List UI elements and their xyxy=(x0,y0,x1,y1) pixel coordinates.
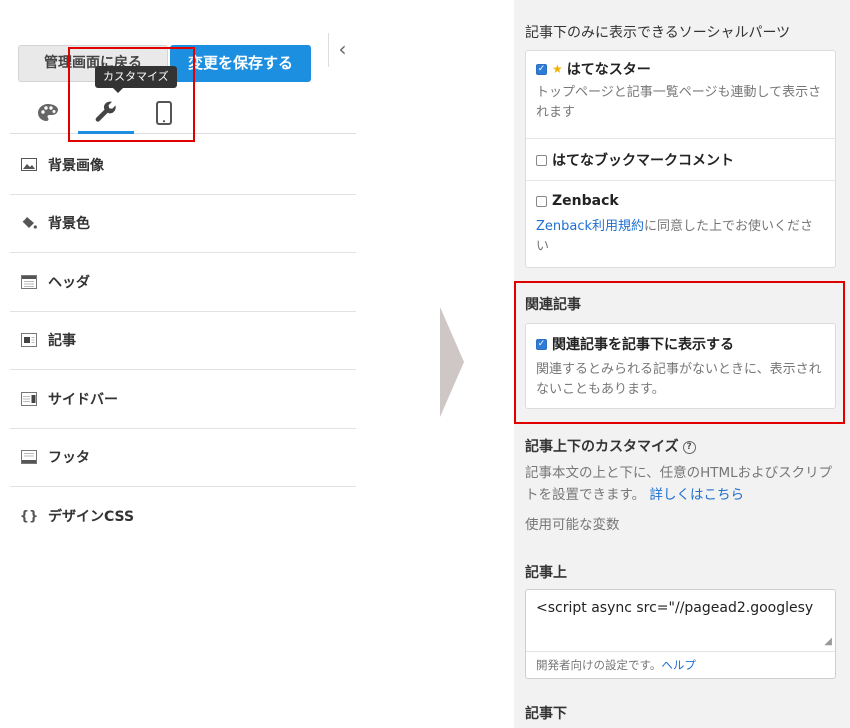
option-hatena-star: ✓ ★ はてなスター トップページと記事一覧ページも連動して表示されます xyxy=(526,51,835,139)
menu-item-label: 背景色 xyxy=(48,216,90,233)
hatena-star-checkbox[interactable]: ✓ xyxy=(536,63,547,75)
zenback-terms-link[interactable]: Zenback利用規約 xyxy=(536,219,644,234)
bookmark-comment-checkbox[interactable] xyxy=(536,154,547,166)
article-top-code-box: <script async src="//pagead2.googlesy ◢ … xyxy=(525,589,836,679)
customize-tooltip: カスタマイズ xyxy=(95,66,177,93)
details-link[interactable]: 詳しくはこちら xyxy=(649,487,744,503)
related-articles-label: 関連記事を記事下に表示する xyxy=(552,337,734,353)
resize-grip-icon[interactable]: ◢ xyxy=(824,636,832,647)
header-layout-icon xyxy=(20,274,38,289)
transition-arrow xyxy=(440,307,464,417)
related-articles-desc: 関連するとみられる記事がないときに、表示されないこともあります。 xyxy=(536,362,822,397)
option-related-articles: ✓ 関連記事を記事下に表示する 関連するとみられる記事がないときに、表示されない… xyxy=(526,324,835,408)
tab-customize[interactable] xyxy=(78,92,134,134)
menu-item-background-image[interactable]: 背景画像 xyxy=(10,136,356,195)
smartphone-icon xyxy=(156,101,172,125)
available-variables-link[interactable]: 使用可能な変数 xyxy=(525,514,835,536)
footer-layout-icon xyxy=(20,450,38,465)
hatena-star-label: はてなスター xyxy=(566,62,651,78)
zenback-label: Zenback xyxy=(552,193,619,209)
hatena-star-desc: トップページと記事一覧ページも連動して表示されます xyxy=(536,85,822,120)
menu-item-design-css[interactable]: {} デザインCSS xyxy=(10,487,356,546)
article-bottom-title: 記事下 xyxy=(525,706,567,722)
tab-smartphone[interactable] xyxy=(136,92,192,134)
related-articles-card: ✓ 関連記事を記事下に表示する 関連するとみられる記事がないときに、表示されない… xyxy=(525,323,836,409)
bookmark-comment-label: はてなブックマークコメント xyxy=(552,153,734,169)
option-zenback: Zenback Zenback利用規約に同意した上でお使いください xyxy=(526,181,835,267)
menu-item-article[interactable]: 記事 xyxy=(10,312,356,370)
menu-item-footer[interactable]: フッタ xyxy=(10,429,356,487)
wrench-icon xyxy=(95,101,116,122)
save-changes-button[interactable]: 変更を保存する xyxy=(170,45,311,82)
menu-item-label: デザインCSS xyxy=(48,509,135,526)
menu-item-label: フッタ xyxy=(48,450,90,467)
customize-sidebar: 管理画面に戻る 変更を保存する ‹ カスタマイズ 背景画像 背景色 ヘッダ 記事… xyxy=(0,0,360,728)
social-parts-title: 記事下のみに表示できるソーシャルパーツ xyxy=(525,25,791,41)
related-articles-checkbox[interactable]: ✓ xyxy=(536,338,547,350)
palette-icon xyxy=(38,104,58,121)
zenback-desc: Zenback利用規約に同意した上でお使いください xyxy=(536,217,825,257)
article-top-title: 記事上 xyxy=(525,565,567,581)
menu-item-sidebar[interactable]: サイドバー xyxy=(10,370,356,429)
chevron-left-icon: ‹ xyxy=(338,37,347,61)
custom-section-title: 記事上下のカスタマイズ? xyxy=(525,436,696,456)
menu-item-label: サイドバー xyxy=(48,391,118,408)
dev-settings-note: 開発者向けの設定です。ヘルプ xyxy=(536,658,696,672)
help-circle-icon[interactable]: ? xyxy=(682,440,696,454)
menu-item-label: ヘッダ xyxy=(48,274,90,291)
menu-item-header[interactable]: ヘッダ xyxy=(10,253,356,312)
sidebar-layout-icon xyxy=(20,391,38,406)
zenback-checkbox[interactable] xyxy=(536,195,547,207)
article-layout-icon xyxy=(20,333,38,348)
customize-menu: 背景画像 背景色 ヘッダ 記事 サイドバー フッタ {} デザインCSS xyxy=(10,136,356,546)
social-parts-card: ✓ ★ はてなスター トップページと記事一覧ページも連動して表示されます はてな… xyxy=(525,50,836,268)
article-settings-panel: 記事下のみに表示できるソーシャルパーツ ✓ ★ はてなスター トップページと記事… xyxy=(514,0,850,728)
star-icon: ★ xyxy=(552,62,563,76)
article-top-code-input[interactable]: <script async src="//pagead2.googlesy xyxy=(526,590,835,652)
custom-section-desc: 記事本文の上と下に、任意のHTMLおよびスクリプトを設置できます。 詳しくはこち… xyxy=(525,465,833,503)
option-bookmark-comment: はてなブックマークコメント xyxy=(526,139,835,181)
help-link[interactable]: ヘルプ xyxy=(661,658,696,672)
menu-item-label: 記事 xyxy=(48,333,76,350)
screenshot-root: 管理画面に戻る 変更を保存する ‹ カスタマイズ 背景画像 背景色 ヘッダ 記事… xyxy=(0,0,850,728)
menu-item-background-color[interactable]: 背景色 xyxy=(10,195,356,253)
image-icon xyxy=(20,158,38,172)
paint-bucket-icon xyxy=(20,216,38,230)
related-articles-title: 関連記事 xyxy=(525,297,581,313)
menu-item-label: 背景画像 xyxy=(48,157,104,174)
collapse-panel-button[interactable]: ‹ xyxy=(328,33,356,67)
tab-design[interactable] xyxy=(20,92,76,134)
customize-tabs xyxy=(10,92,356,134)
braces-icon: {} xyxy=(19,508,39,524)
